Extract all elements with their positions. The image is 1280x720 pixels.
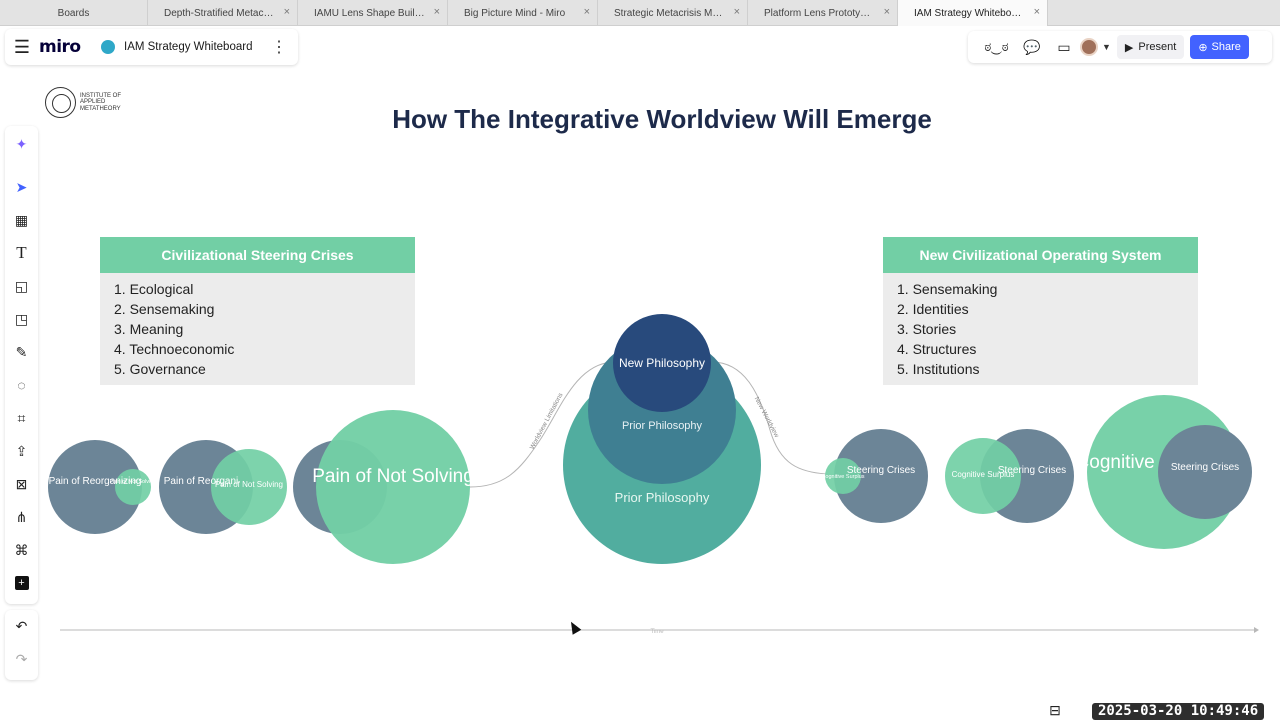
prior-philosophy-inner-label: Prior Philosophy <box>622 420 703 432</box>
frames-icon[interactable]: ⊟ <box>1040 702 1070 719</box>
cognitive-surplus-medium-label: Cognitive Surplus <box>952 470 1015 479</box>
pain-not-solving-small-label: Pain of Not Solving <box>110 479 157 485</box>
recording-timestamp: 2025-03-20 10:49:46 <box>1092 703 1265 720</box>
arrow-label-right: New Worldview <box>753 396 780 439</box>
pain-not-solving-medium-label: Pain of Not Solving <box>215 480 283 489</box>
pain-not-solving-circle-large[interactable] <box>316 410 470 564</box>
cognitive-surplus-small-label: Cognitive Surplus <box>821 474 864 480</box>
prior-philosophy-outer-label: Prior Philosophy <box>615 490 710 505</box>
timeline-arrowhead <box>1254 627 1259 633</box>
arrow-label-left: Worldview Limitations <box>529 391 565 450</box>
timeline-label: Time <box>650 629 664 635</box>
emergence-diagram: Worldview Limitations New Worldview Pain… <box>48 314 1259 635</box>
pain-not-solving-circle-small[interactable] <box>115 469 151 505</box>
pain-not-solving-large-label: Pain of Not Solving <box>312 466 474 487</box>
steering-crises-label: Steering Crises <box>1171 462 1239 473</box>
new-philosophy-label: New Philosophy <box>619 356 705 370</box>
